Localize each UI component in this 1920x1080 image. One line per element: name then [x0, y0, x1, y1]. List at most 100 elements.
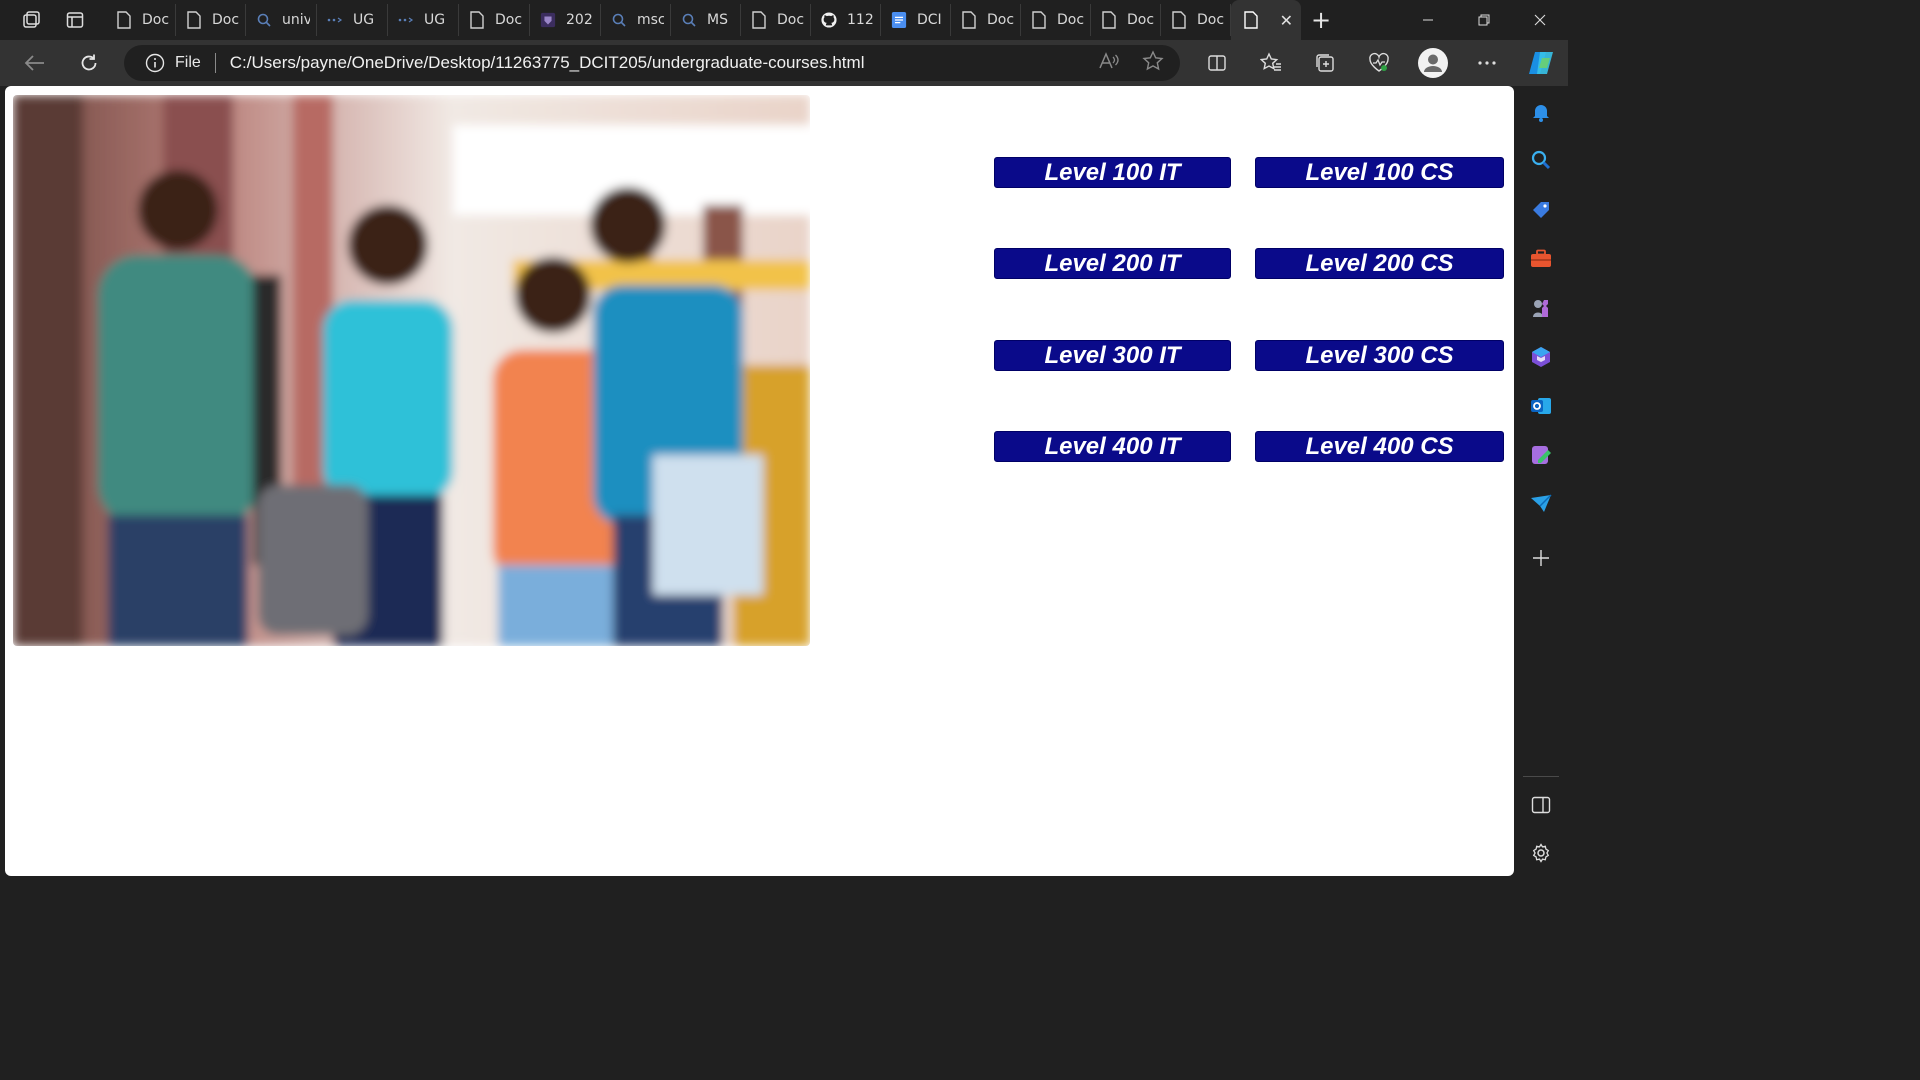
- tab-11[interactable]: 112: [811, 4, 881, 36]
- level-300-cs-button[interactable]: Level 300 CS: [1255, 340, 1504, 371]
- microsoft-365-icon[interactable]: [1514, 337, 1568, 377]
- document-icon: [1171, 11, 1187, 29]
- sidebar-divider: [1523, 776, 1559, 777]
- tab-9[interactable]: MS: [671, 4, 741, 36]
- close-window-icon[interactable]: [1512, 0, 1568, 40]
- tab-title: Doc: [1057, 12, 1084, 28]
- dots-icon: [327, 11, 343, 29]
- tab-active[interactable]: ✕: [1231, 0, 1301, 40]
- tab-16[interactable]: Doc: [1161, 4, 1231, 36]
- document-icon: [469, 11, 485, 29]
- tab-title: 202: [566, 12, 593, 28]
- tab-6[interactable]: Doc: [459, 4, 530, 36]
- window-controls: [1400, 0, 1568, 40]
- search-icon[interactable]: [1514, 140, 1568, 180]
- window-bottom-edge: [0, 876, 1514, 882]
- refresh-icon[interactable]: [62, 40, 116, 86]
- hide-sidebar-icon[interactable]: [1514, 785, 1568, 825]
- tab-4[interactable]: UG: [317, 4, 388, 36]
- tab-title: univ: [282, 12, 310, 28]
- tab-title: Doc: [987, 12, 1014, 28]
- tab-5[interactable]: UG: [388, 4, 459, 36]
- toolbar-actions: [1190, 40, 1568, 86]
- shopping-tag-icon[interactable]: [1514, 190, 1568, 230]
- tab-15[interactable]: Doc: [1091, 4, 1161, 36]
- browser-essentials-icon[interactable]: [1352, 40, 1406, 86]
- scheme-label: File: [175, 54, 201, 71]
- search-icon: [256, 11, 272, 29]
- document-icon: [1031, 11, 1047, 29]
- document-icon: [1101, 11, 1117, 29]
- dots-icon: [398, 11, 414, 29]
- tab-8[interactable]: msc: [601, 4, 671, 36]
- tab-10[interactable]: Doc: [741, 4, 811, 36]
- tab-title: UG: [353, 12, 375, 28]
- tab-12[interactable]: DCI: [881, 4, 951, 36]
- navigation-bar: File C:/Users/payne/OneDrive/Desktop/112…: [0, 40, 1568, 86]
- page-viewport: Level 100 IT Level 200 IT Level 300 IT L…: [5, 86, 1514, 876]
- send-icon[interactable]: [1514, 484, 1568, 524]
- favorites-icon[interactable]: [1244, 40, 1298, 86]
- tab-actions-icon[interactable]: [56, 0, 94, 40]
- level-100-cs-button[interactable]: Level 100 CS: [1255, 157, 1504, 188]
- docs-icon: [891, 11, 907, 29]
- settings-gear-icon[interactable]: [1514, 833, 1568, 873]
- github-icon: [821, 11, 837, 29]
- level-200-cs-button[interactable]: Level 200 CS: [1255, 248, 1504, 279]
- search-icon: [611, 11, 627, 29]
- tab-title: UG: [424, 12, 446, 28]
- outlook-icon[interactable]: [1514, 386, 1568, 426]
- notifications-bell-icon[interactable]: [1514, 92, 1568, 132]
- document-icon: [751, 11, 767, 29]
- tab-title: Doc: [142, 12, 169, 28]
- tab-title: Doc: [1127, 12, 1154, 28]
- level-400-cs-button[interactable]: Level 400 CS: [1255, 431, 1504, 462]
- restore-icon[interactable]: [1456, 0, 1512, 40]
- level-400-it-button[interactable]: Level 400 IT: [994, 431, 1231, 462]
- level-200-it-button[interactable]: Level 200 IT: [994, 248, 1231, 279]
- search-icon: [681, 11, 697, 29]
- tab-title: Doc: [495, 12, 523, 28]
- tab-1[interactable]: Doc: [106, 4, 176, 36]
- tab-title: MS: [707, 12, 728, 28]
- level-300-it-button[interactable]: Level 300 IT: [994, 340, 1231, 371]
- new-tab-button[interactable]: +: [1301, 0, 1341, 40]
- document-icon: [1243, 11, 1259, 29]
- tab-list: Doc Doc univ UG UG Doc 202 msc MS Doc 112 DCI Doc Doc…: [106, 0, 1231, 40]
- info-icon[interactable]: [144, 52, 166, 74]
- address-bar[interactable]: File C:/Users/payne/OneDrive/Desktop/112…: [124, 45, 1180, 81]
- edge-sidebar: [1514, 86, 1568, 882]
- split-screen-icon[interactable]: [1190, 40, 1244, 86]
- minimize-icon[interactable]: [1400, 0, 1456, 40]
- tools-briefcase-icon[interactable]: [1514, 239, 1568, 279]
- tab-strip: Doc Doc univ UG UG Doc 202 msc MS Doc 112 DCI Doc Doc…: [0, 0, 1568, 40]
- tab-13[interactable]: Doc: [951, 4, 1021, 36]
- more-options-icon[interactable]: [1460, 40, 1514, 86]
- students-hero-image: [13, 95, 810, 646]
- collections-icon[interactable]: [1298, 40, 1352, 86]
- tab-title: Doc: [1197, 12, 1224, 28]
- tab-title: 112: [847, 12, 874, 28]
- document-icon: [961, 11, 977, 29]
- favorite-star-icon[interactable]: [1142, 50, 1164, 76]
- drop-editor-icon[interactable]: [1514, 435, 1568, 475]
- read-aloud-icon[interactable]: [1098, 51, 1120, 75]
- tab-title: Doc: [212, 12, 239, 28]
- address-divider: [214, 53, 216, 73]
- document-icon: [186, 11, 202, 29]
- tab-2[interactable]: Doc: [176, 4, 246, 36]
- workspaces-icon[interactable]: [12, 0, 50, 40]
- tab-14[interactable]: Doc: [1021, 4, 1091, 36]
- copilot-icon[interactable]: [1514, 40, 1568, 86]
- games-icon[interactable]: [1514, 288, 1568, 328]
- level-100-it-button[interactable]: Level 100 IT: [994, 157, 1231, 188]
- url-text[interactable]: C:/Users/payne/OneDrive/Desktop/11263775…: [230, 53, 865, 73]
- add-sidebar-app-icon[interactable]: [1514, 538, 1568, 578]
- back-icon[interactable]: [8, 40, 62, 86]
- crest-icon: [540, 11, 556, 29]
- document-icon: [116, 11, 132, 29]
- tab-3[interactable]: univ: [246, 4, 317, 36]
- close-tab-icon[interactable]: ✕: [1280, 11, 1293, 30]
- profile-avatar-icon[interactable]: [1406, 40, 1460, 86]
- tab-7[interactable]: 202: [530, 4, 601, 36]
